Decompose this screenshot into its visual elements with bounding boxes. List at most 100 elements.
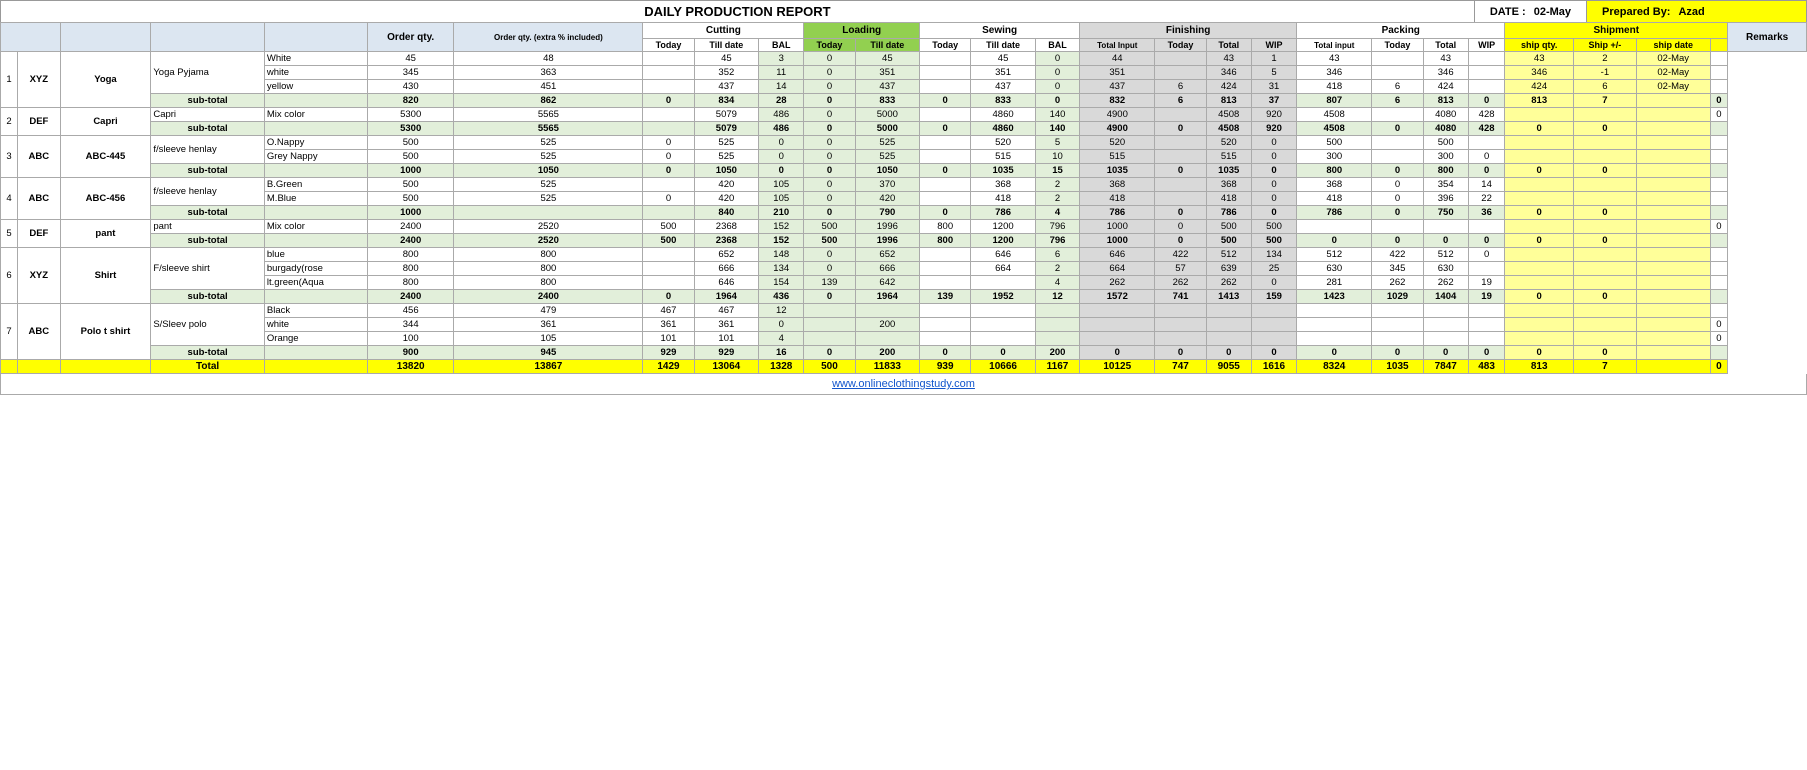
total-fin-wip: 1616	[1251, 360, 1296, 374]
order-extra-cell: 363	[454, 66, 643, 80]
cut-bal-cell: 105	[759, 178, 804, 192]
load-today-cell: 0	[804, 248, 855, 262]
color-cell: white	[264, 66, 367, 80]
cut-today-cell	[643, 178, 694, 192]
remarks-cell	[1710, 346, 1728, 360]
sew-today-cell	[920, 178, 971, 192]
ship-remarks-header	[1710, 39, 1728, 52]
colors-header	[264, 23, 367, 52]
sew-till-cell: 1035	[971, 164, 1036, 178]
remarks-cell: 0	[1710, 220, 1728, 234]
sew-today-cell	[920, 192, 971, 206]
fin-today-cell	[1155, 150, 1206, 164]
remarks-cell: 0	[1710, 332, 1728, 346]
load-today-cell: 139	[804, 276, 855, 290]
style-cell: Capri	[60, 108, 151, 136]
pack-wip-cell: 428	[1468, 122, 1505, 136]
pack-total-cell: 300	[1423, 150, 1468, 164]
buyer-cell: ABC	[18, 304, 61, 360]
pack-wip-cell: 19	[1468, 276, 1505, 290]
total-pack-wip: 483	[1468, 360, 1505, 374]
pack-total-cell	[1423, 220, 1468, 234]
order-qty-cell: 5300	[367, 108, 453, 122]
ship-date-cell	[1636, 248, 1710, 262]
sew-till-cell: 786	[971, 206, 1036, 220]
load-today-cell: 0	[804, 192, 855, 206]
fin-wip-cell: 920	[1251, 122, 1296, 136]
sew-bal-cell: 6	[1035, 248, 1079, 262]
fin-today-cell: 0	[1155, 206, 1206, 220]
cut-till-cell: 840	[694, 206, 759, 220]
load-till-cell: 1996	[855, 220, 920, 234]
sew-today-cell: 0	[920, 206, 971, 220]
sew-today-cell: 0	[920, 346, 971, 360]
load-till-cell: 833	[855, 94, 920, 108]
total-cut-bal: 1328	[759, 360, 804, 374]
cut-today-cell: 0	[643, 192, 694, 206]
pack-input-cell: 786	[1297, 206, 1372, 220]
color-cell: Mix color	[264, 108, 367, 122]
pack-wip-cell: 0	[1468, 234, 1505, 248]
website-link[interactable]: www.onlineclothingstudy.com	[832, 378, 975, 390]
order-qty-cell: 500	[367, 136, 453, 150]
cut-bal-cell: 134	[759, 262, 804, 276]
cut-till-cell: 5079	[694, 108, 759, 122]
fin-total-cell	[1206, 318, 1251, 332]
remarks-cell	[1710, 164, 1728, 178]
pack-total-cell: 800	[1423, 164, 1468, 178]
desc-cell: sub-total	[151, 206, 265, 220]
order-qty-cell: 2400	[367, 220, 453, 234]
pack-input-cell: 43	[1297, 52, 1372, 66]
pack-input-cell	[1297, 332, 1372, 346]
pack-today-cell: 1029	[1372, 290, 1423, 304]
cut-till-cell: 929	[694, 346, 759, 360]
fin-today-cell: 741	[1155, 290, 1206, 304]
prepared-label: Prepared By:	[1602, 6, 1670, 18]
ship-plus-cell: 6	[1574, 80, 1637, 94]
order-qty-cell: 5300	[367, 122, 453, 136]
style-cell: Yoga	[60, 52, 151, 108]
sew-today-cell	[920, 108, 971, 122]
ship-qty-cell	[1505, 276, 1574, 290]
order-extra-cell: 2400	[454, 290, 643, 304]
data-row: 6XYZShirtF/sleeve shirtblue8008006521480…	[1, 248, 1807, 262]
cut-bal-cell: 3	[759, 52, 804, 66]
desc-cell: sub-total	[151, 164, 265, 178]
order-qty-cell: 500	[367, 150, 453, 164]
sew-today-cell	[920, 262, 971, 276]
ship-plus-cell	[1574, 262, 1637, 276]
sew-today-cell: 0	[920, 122, 971, 136]
ship-date-cell	[1636, 234, 1710, 248]
load-till-cell: 652	[855, 248, 920, 262]
pack-today-cell: 345	[1372, 262, 1423, 276]
sew-bal-cell: 796	[1035, 220, 1079, 234]
fin-total-cell: 262	[1206, 276, 1251, 290]
data-row: lt.green(Aqua800800646154139642426226226…	[1, 276, 1807, 290]
desc-cell: sub-total	[151, 290, 265, 304]
prepared-value: Azad	[1678, 6, 1704, 18]
sew-till-cell: 515	[971, 150, 1036, 164]
total-empty3	[60, 360, 151, 374]
total-ship-date	[1636, 360, 1710, 374]
subtotal-row: sub-total5300556550794860500004860140490…	[1, 122, 1807, 136]
fin-input-cell: 262	[1080, 276, 1155, 290]
data-row: 7ABCPolo t shirtS/Sleev poloBlack4564794…	[1, 304, 1807, 318]
total-sew-today: 939	[920, 360, 971, 374]
color-cell: Mix color	[264, 220, 367, 234]
ship-date-cell	[1636, 276, 1710, 290]
subtotal-row: sub-total1000105001050001050010351510350…	[1, 164, 1807, 178]
order-qty-cell: 500	[367, 192, 453, 206]
load-today-cell: 0	[804, 94, 855, 108]
order-qty-cell: 820	[367, 94, 453, 108]
ship-plus-cell	[1574, 332, 1637, 346]
loading-header: Loading	[804, 23, 920, 39]
cut-today-cell	[643, 80, 694, 94]
order-extra-cell: 862	[454, 94, 643, 108]
ship-qty-cell: 0	[1505, 206, 1574, 220]
ship-plus-cell: 0	[1574, 346, 1637, 360]
load-till-cell: 1996	[855, 234, 920, 248]
remarks-cell: 0	[1710, 108, 1728, 122]
order-qty-cell: 1000	[367, 164, 453, 178]
fin-total-cell: 418	[1206, 192, 1251, 206]
pack-today-cell	[1372, 66, 1423, 80]
